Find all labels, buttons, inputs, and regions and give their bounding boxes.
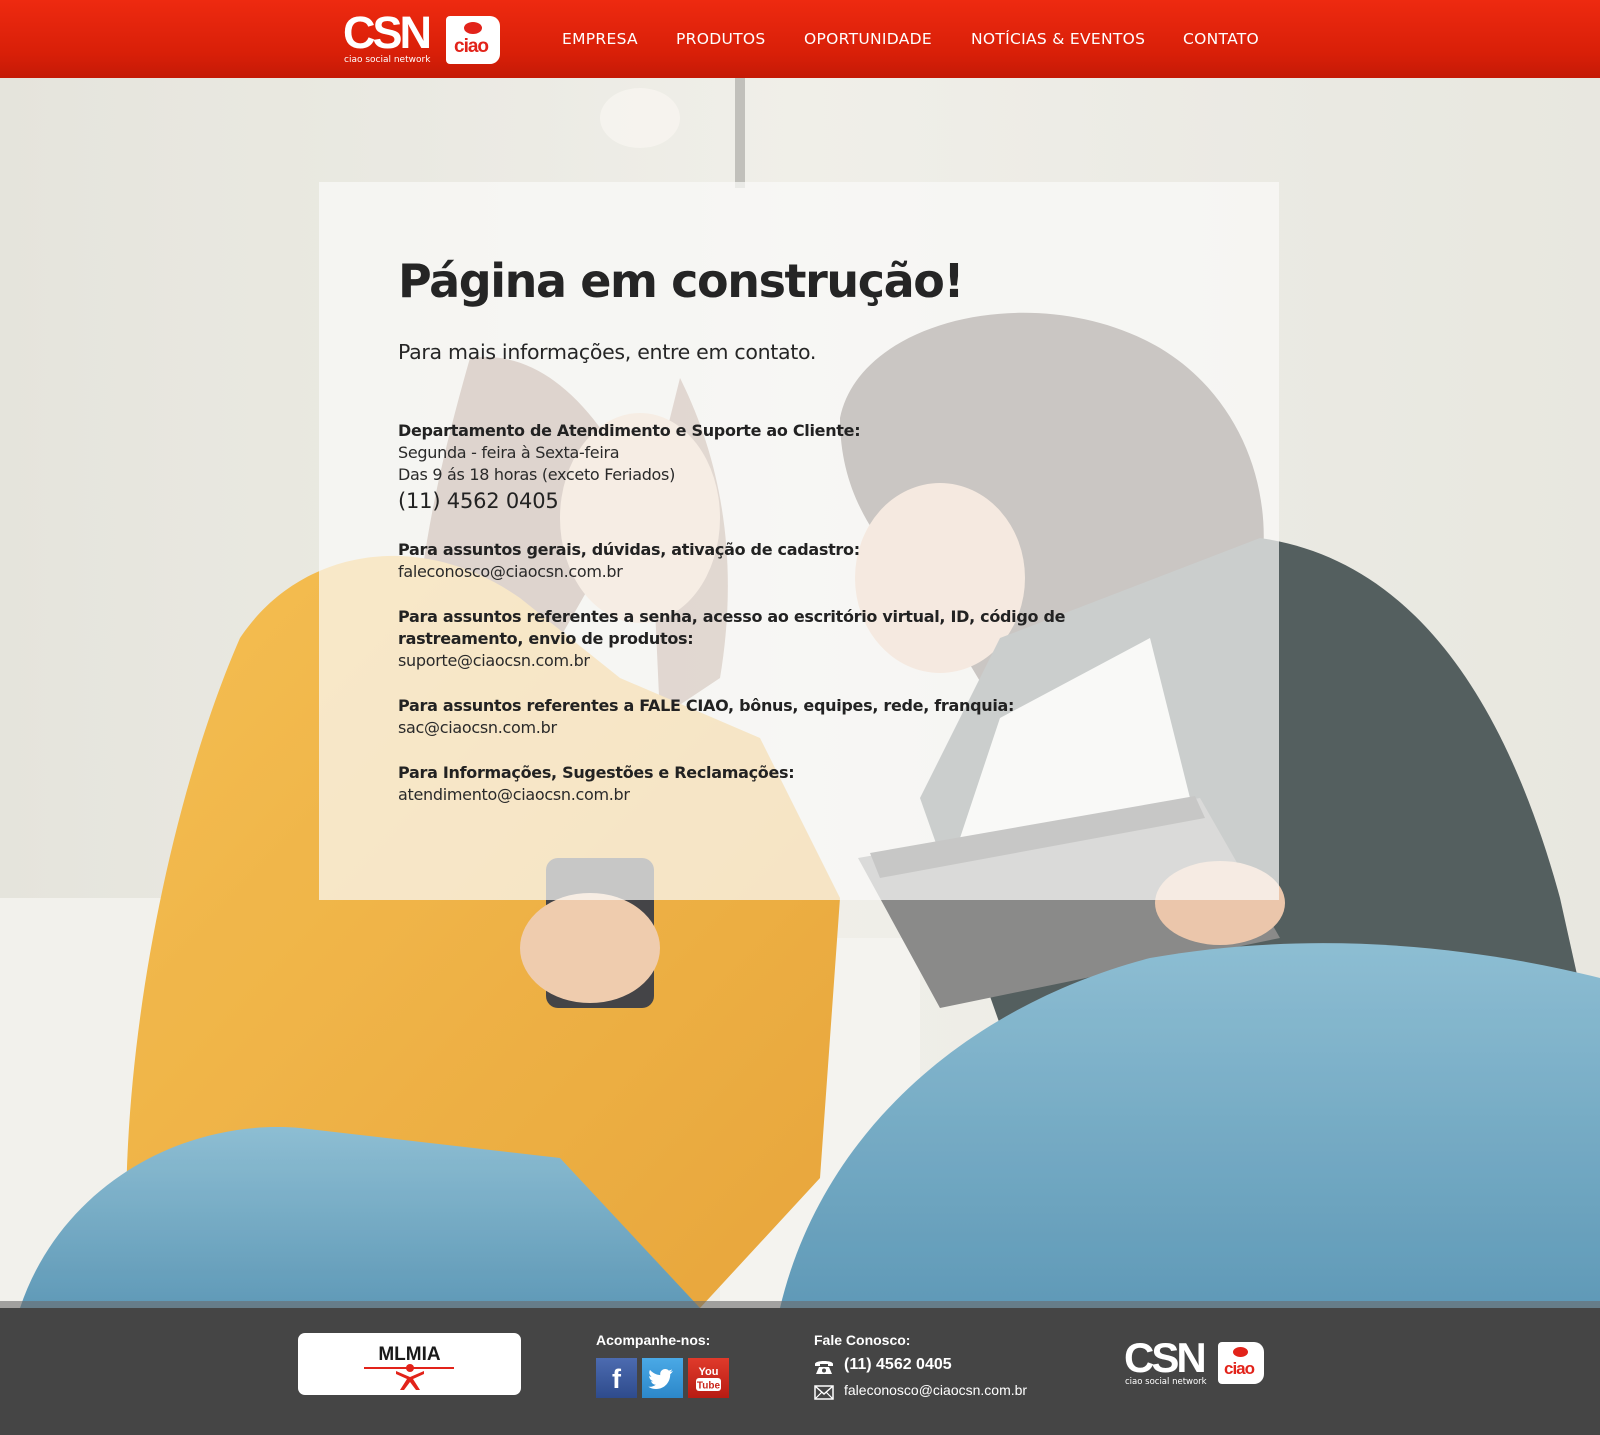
hero-section: Página em construção! Para mais informaç… bbox=[0, 78, 1600, 1308]
contact-email[interactable]: sac@ciaocsn.com.br bbox=[398, 717, 1218, 739]
nav-item-produtos[interactable]: PRODUTOS bbox=[676, 30, 766, 48]
contact-label: Para assuntos referentes a senha, acesso… bbox=[398, 607, 1066, 648]
speech-bubble-icon bbox=[1233, 1347, 1248, 1357]
contact-title: Fale Conosco: bbox=[814, 1332, 911, 1348]
logo-ciao-badge: ciao bbox=[1218, 1342, 1264, 1384]
speech-bubble-icon bbox=[464, 22, 482, 34]
contact-block: Para assuntos referentes a FALE CIAO, bô… bbox=[398, 695, 1218, 739]
contact-block: Para assuntos gerais, dúvidas, ativação … bbox=[398, 539, 1218, 583]
site-footer: MLMIA Acompanhe-nos: f You Tube Fale Con… bbox=[0, 1308, 1600, 1435]
contact-email[interactable]: faleconosco@ciaocsn.com.br bbox=[398, 561, 1218, 583]
content-panel: Página em construção! Para mais informaç… bbox=[319, 182, 1279, 900]
support-days: Segunda - feira à Sexta-feira bbox=[398, 443, 620, 462]
nav-item-contato[interactable]: CONTATO bbox=[1183, 30, 1259, 48]
phone-icon bbox=[815, 1361, 833, 1374]
nav-item-oportunidade[interactable]: OPORTUNIDADE bbox=[804, 30, 932, 48]
nav-item-empresa[interactable]: EMPRESA bbox=[562, 30, 638, 48]
contact-label: Para assuntos referentes a FALE CIAO, bô… bbox=[398, 696, 1015, 715]
support-phone: (11) 4562 0405 bbox=[398, 489, 559, 513]
contact-block: Para assuntos referentes a senha, acesso… bbox=[398, 606, 1218, 672]
youtube-icon[interactable]: You Tube bbox=[688, 1358, 729, 1398]
logo-ciao-text: ciao bbox=[1224, 1359, 1255, 1378]
person-icon bbox=[396, 1364, 424, 1390]
support-hours: Das 9 ás 18 horas (exceto Feriados) bbox=[398, 465, 676, 484]
svg-text:f: f bbox=[612, 1364, 622, 1394]
contact-label: Para assuntos gerais, dúvidas, ativação … bbox=[398, 540, 860, 559]
footer-divider bbox=[0, 1301, 1600, 1308]
nav-item-noticias-eventos[interactable]: NOTÍCIAS & EVENTOS bbox=[971, 30, 1145, 48]
mail-icon bbox=[814, 1385, 834, 1400]
svg-text:Tube: Tube bbox=[697, 1381, 721, 1392]
footer-phone: (11) 4562 0405 bbox=[844, 1356, 952, 1373]
csn-logo[interactable]: CSN ciao ciao social network bbox=[343, 10, 501, 66]
contact-email[interactable]: atendimento@ciaocsn.com.br bbox=[398, 784, 1218, 806]
page-title: Página em construção! bbox=[398, 254, 964, 308]
support-block: Departamento de Atendimento e Suporte ao… bbox=[398, 420, 1218, 516]
logo-wordmark: CSN bbox=[343, 7, 432, 58]
footer-email[interactable]: faleconosco@ciaocsn.com.br bbox=[844, 1382, 1027, 1398]
footer-csn-logo[interactable]: CSN ciao ciao social network bbox=[1124, 1334, 1264, 1388]
follow-title: Acompanhe-nos: bbox=[596, 1332, 711, 1348]
mlmia-logo[interactable]: MLMIA bbox=[298, 1333, 521, 1395]
svg-text:You: You bbox=[699, 1366, 719, 1378]
contact-email[interactable]: suporte@ciaocsn.com.br bbox=[398, 650, 1218, 672]
logo-ciao-text: ciao bbox=[454, 36, 489, 57]
logo-tagline: ciao social network bbox=[344, 55, 431, 65]
facebook-icon[interactable]: f bbox=[596, 1358, 637, 1398]
twitter-icon[interactable] bbox=[642, 1358, 683, 1398]
page-subtitle: Para mais informações, entre em contato. bbox=[398, 340, 817, 364]
logo-wordmark: CSN bbox=[1124, 1334, 1207, 1381]
contact-label: Para Informações, Sugestões e Reclamaçõe… bbox=[398, 763, 795, 782]
site-header: CSN ciao ciao social network EMPRESA PRO… bbox=[0, 0, 1600, 78]
contact-block: Para Informações, Sugestões e Reclamaçõe… bbox=[398, 762, 1218, 806]
support-label: Departamento de Atendimento e Suporte ao… bbox=[398, 421, 861, 440]
logo-tagline: ciao social network bbox=[1125, 1377, 1207, 1387]
logo-ciao-badge: ciao bbox=[446, 16, 500, 64]
